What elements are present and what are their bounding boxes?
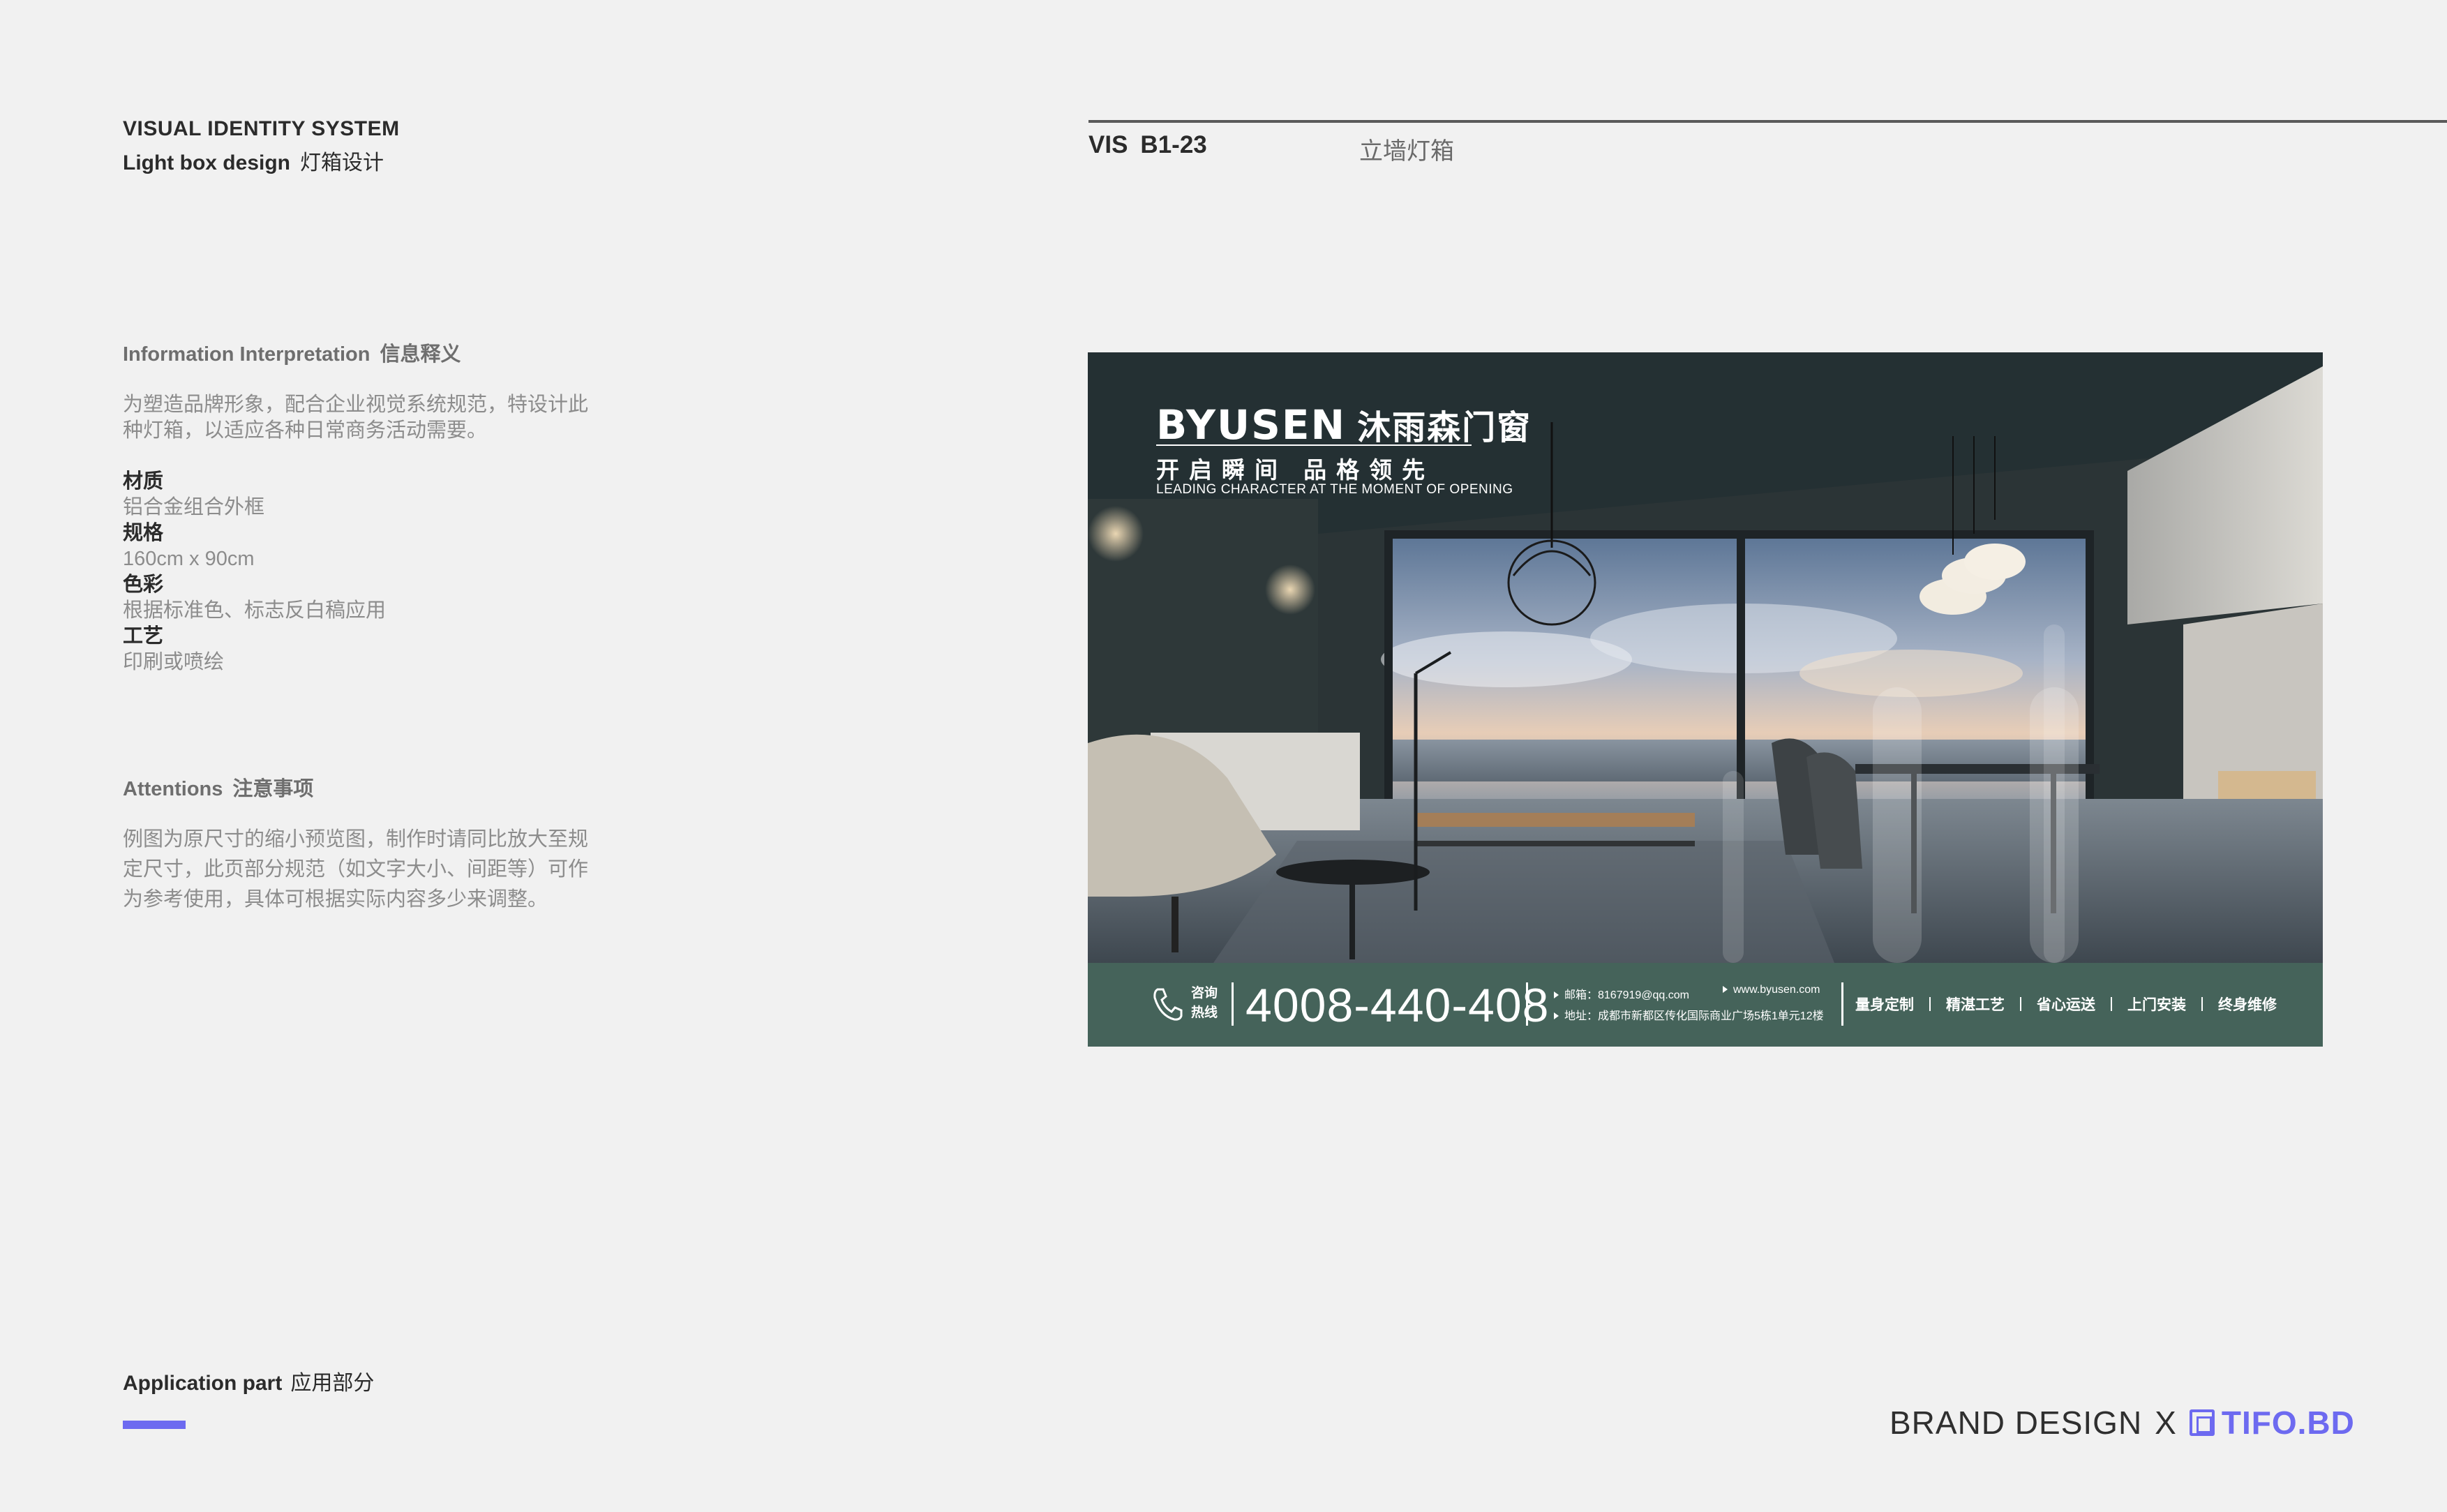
divider [2201, 997, 2203, 1011]
brand-design-signature: BRAND DESIGN X TIFO.BD [1889, 1404, 2355, 1442]
page-subtitle: Light box design 灯箱设计 [123, 145, 384, 176]
item-type: 立墙灯箱 [1359, 138, 1454, 165]
brand-name-zh: 沐雨森门窗 [1357, 410, 1532, 447]
application-part-en: Application part [123, 1372, 283, 1395]
contact-address: 地址：成都市新都区传化国际商业广场5栋1单元12楼 [1554, 1006, 1824, 1023]
contact-website: www.byusen.com [1723, 984, 1820, 996]
subtitle-en: Light box design [123, 151, 290, 174]
spec-label: 色彩 [123, 574, 164, 596]
bullet-icon [1723, 986, 1728, 993]
system-title: VISUAL IDENTITY SYSTEM [123, 117, 400, 140]
info-heading: Information Interpretation 信息释义 [123, 338, 461, 367]
lightbox-info-strip: 咨询热线 4008-440-408 邮箱：8167919@qq.com www.… [1088, 963, 2323, 1047]
logo-divider [1156, 444, 1472, 446]
spec-label: 规格 [123, 522, 164, 544]
info-body: 为塑造品牌形象，配合企业视觉系统规范，特设计此种灯箱，以适应各种日常商务活动需要… [123, 394, 589, 442]
collab-x: X [2155, 1405, 2177, 1441]
tifo-logo-icon [2189, 1409, 2215, 1436]
attentions-heading: Attentions 注意事项 [123, 772, 313, 802]
divider [1929, 997, 1931, 1011]
spec-label: 材质 [123, 470, 164, 493]
service-item: 精湛工艺 [1946, 997, 2005, 1013]
website-text: www.byusen.com [1733, 984, 1820, 996]
partner-name: TIFO.BD [2221, 1405, 2355, 1441]
bullet-icon [1554, 1012, 1559, 1019]
spec-size: 规格 160cm x 90cm [123, 521, 386, 572]
attentions-heading-zh: 注意事项 [232, 778, 314, 800]
spec-value: 印刷或喷绘 [123, 651, 225, 673]
application-part-label: Application part 应用部分 [123, 1365, 374, 1396]
spec-label: 工艺 [123, 625, 164, 648]
contact-email: 邮箱：8167919@qq.com [1554, 985, 1689, 1002]
bullet-icon [1554, 991, 1559, 998]
divider [2111, 997, 2112, 1011]
info-heading-zh: 信息释义 [380, 343, 461, 366]
spec-material: 材质 铝合金组合外框 [123, 469, 386, 521]
divider [1526, 982, 1528, 1026]
service-item: 上门安装 [2127, 997, 2186, 1013]
spec-value: 根据标准色、标志反白稿应用 [123, 599, 387, 622]
attentions-heading-en: Attentions [123, 778, 223, 800]
service-item: 终身维修 [2218, 997, 2277, 1013]
application-part-zh: 应用部分 [290, 1372, 375, 1395]
attentions-body: 例图为原尺寸的缩小预览图，制作时请同比放大至规定尺寸，此页部分规范（如文字大小、… [123, 828, 589, 911]
divider [1232, 982, 1234, 1026]
divider [1841, 982, 1843, 1026]
service-item: 省心运送 [2037, 997, 2095, 1013]
service-list: 量身定制 精湛工艺 省心运送 上门安装 终身维修 [1855, 994, 2277, 1015]
phone-icon [1153, 988, 1183, 1021]
spec-value: 160cm x 90cm [123, 548, 255, 570]
accent-bar [123, 1421, 186, 1429]
brand-design-text: BRAND DESIGN [1889, 1405, 2143, 1441]
info-heading-en: Information Interpretation [123, 343, 371, 366]
spec-color: 色彩 根据标准色、标志反白稿应用 [123, 572, 386, 624]
slogan-en: LEADING CHARACTER AT THE MOMENT OF OPENI… [1156, 482, 1513, 497]
spec-craft: 工艺 印刷或喷绘 [123, 624, 386, 675]
lightbox-logo: BYUSEN 沐雨森门窗 [1156, 400, 1532, 449]
vis-number: B1-23 [1140, 131, 1207, 158]
service-item: 量身定制 [1855, 997, 1914, 1013]
divider [2020, 997, 2021, 1011]
brand-wordmark: BYUSEN [1156, 401, 1347, 449]
vis-label: VIS [1088, 131, 1128, 158]
header-rule [1088, 120, 2447, 123]
vis-code: VIS B1-23 [1088, 131, 1207, 159]
hotline-label: 咨询热线 [1191, 986, 1218, 1020]
hotline-number: 4008-440-408 [1245, 979, 1550, 1032]
lightbox-preview: BYUSEN 沐雨森门窗 开启瞬间 品格领先 LEADING CHARACTER … [1088, 352, 2323, 1047]
address-text: 地址：成都市新都区传化国际商业广场5栋1单元12楼 [1564, 1010, 1824, 1022]
subtitle-zh: 灯箱设计 [300, 151, 384, 174]
email-text: 邮箱：8167919@qq.com [1564, 989, 1690, 1001]
spec-list: 材质 铝合金组合外框 规格 160cm x 90cm 色彩 根据标准色、标志反白… [123, 469, 386, 675]
slogan-zh: 开启瞬间 品格领先 [1156, 457, 1435, 483]
spec-value: 铝合金组合外框 [123, 496, 265, 518]
